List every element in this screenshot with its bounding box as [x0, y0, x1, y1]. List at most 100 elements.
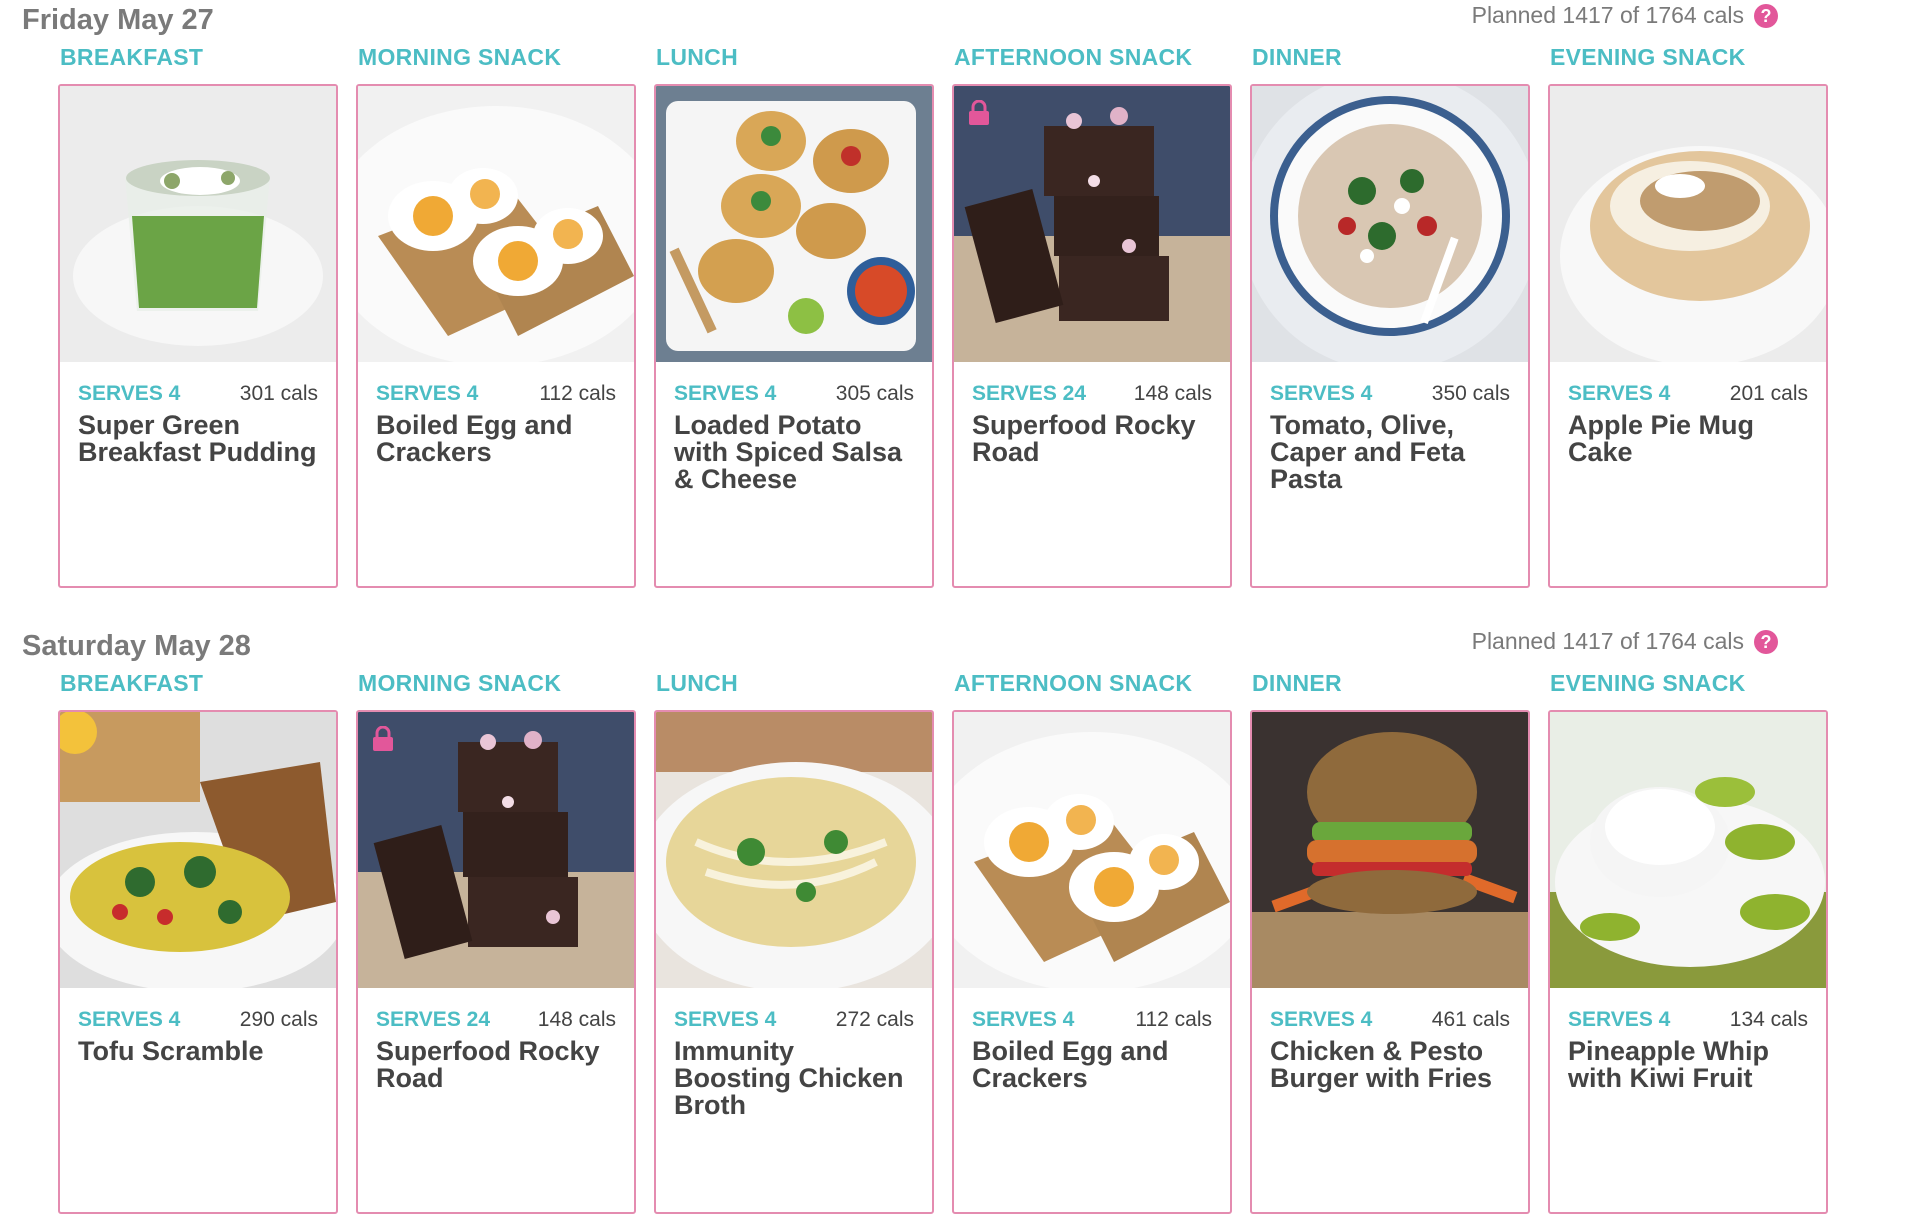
meal-slot-lunch: LUNCH SERVES 4 272 cals Immunity Boostin… — [654, 670, 934, 1214]
meal-label: DINNER — [1252, 44, 1342, 70]
recipe-title: Superfood Rocky Road — [376, 1036, 600, 1093]
recipe-title: Tomato, Olive, Caper and Feta Pasta — [1270, 410, 1466, 494]
meal-slot-morning-snack: MORNING SNACK SERVES 4 112 cals Boiled E… — [356, 44, 636, 588]
recipe-title: Superfood Rocky Road — [972, 410, 1196, 467]
meal-slot-breakfast: BREAKFAST SERVES 4 290 cals Tofu Scrambl… — [58, 670, 338, 1214]
planned-calories: Planned 1417 of 1764 cals ? — [1472, 2, 1778, 29]
recipe-card[interactable]: SERVES 24 148 cals Superfood Rocky Road — [952, 84, 1232, 588]
meal-slot-evening-snack: EVENING SNACK SERVES 4 134 cals Pineappl… — [1548, 670, 1828, 1214]
meal-label: BREAKFAST — [60, 670, 204, 696]
card-meta: SERVES 4 134 cals — [1550, 988, 1826, 1032]
recipe-image — [1550, 86, 1826, 362]
meal-label: BREAKFAST — [60, 44, 204, 70]
meal-slot-breakfast: BREAKFAST SERVES 4 301 cals Super Green … — [58, 44, 338, 588]
recipe-title: Chicken & Pesto Burger with Fries — [1270, 1036, 1493, 1093]
recipe-card[interactable]: SERVES 4 301 cals Super Green Breakfast … — [58, 84, 338, 588]
meal-slot-afternoon-snack: AFTERNOON SNACK SERVES 4 112 cals Boiled… — [952, 670, 1232, 1214]
recipe-title: Boiled Egg and Crackers — [376, 410, 573, 467]
card-meta: SERVES 4 461 cals — [1252, 988, 1528, 1032]
serves-label: SERVES 4 — [376, 382, 479, 405]
meal-label: AFTERNOON SNACK — [954, 44, 1193, 70]
calories-label: 350 cals — [1431, 382, 1510, 405]
day-title: Friday May 27 — [22, 4, 214, 36]
meal-label: DINNER — [1252, 670, 1342, 696]
planned-calories-text: Planned 1417 of 1764 cals — [1471, 628, 1744, 654]
card-meta: SERVES 4 201 cals — [1550, 362, 1826, 406]
recipe-image — [1550, 712, 1826, 988]
recipe-card[interactable]: SERVES 4 290 cals Tofu Scramble — [58, 710, 338, 1214]
planned-calories: Planned 1417 of 1764 cals ? — [1472, 628, 1778, 655]
recipe-card[interactable]: SERVES 4 305 cals Loaded Potato with Spi… — [654, 84, 934, 588]
recipe-title: Pineapple Whip with Kiwi Fruit — [1568, 1036, 1770, 1093]
recipe-image — [954, 86, 1230, 362]
recipe-image — [60, 712, 336, 988]
meal-label: MORNING SNACK — [358, 44, 562, 70]
recipe-image — [358, 712, 634, 988]
recipe-card[interactable]: SERVES 4 272 cals Immunity Boosting Chic… — [654, 710, 934, 1214]
recipe-card[interactable]: SERVES 24 148 cals Superfood Rocky Road — [356, 710, 636, 1214]
serves-label: SERVES 24 — [376, 1008, 491, 1031]
card-meta: SERVES 24 148 cals — [358, 988, 634, 1032]
recipe-image — [656, 86, 932, 362]
card-meta: SERVES 24 148 cals — [954, 362, 1230, 406]
serves-label: SERVES 24 — [972, 382, 1087, 405]
calories-label: 305 cals — [835, 382, 914, 405]
serves-label: SERVES 4 — [1568, 1008, 1671, 1031]
serves-label: SERVES 4 — [1270, 382, 1373, 405]
lock-icon — [969, 100, 989, 125]
lock-icon — [373, 726, 393, 751]
recipe-title: Apple Pie Mug Cake — [1568, 410, 1755, 467]
recipe-card[interactable]: SERVES 4 201 cals Apple Pie Mug Cake — [1548, 84, 1828, 588]
recipe-title: Immunity Boosting Chicken Broth — [674, 1036, 904, 1120]
meal-slot-dinner: DINNER SERVES 4 350 cals Tomato, Olive, … — [1250, 44, 1530, 588]
calories-label: 461 cals — [1431, 1008, 1510, 1031]
card-meta: SERVES 4 272 cals — [656, 988, 932, 1032]
recipe-card[interactable]: SERVES 4 112 cals Boiled Egg and Cracker… — [356, 84, 636, 588]
recipe-image — [1252, 712, 1528, 988]
serves-label: SERVES 4 — [674, 382, 777, 405]
recipe-title: Loaded Potato with Spiced Salsa & Cheese — [674, 410, 903, 494]
serves-label: SERVES 4 — [972, 1008, 1075, 1031]
meal-slot-lunch: LUNCH SERVES 4 305 cals Loaded Potato wi… — [654, 44, 934, 588]
calories-label: 201 cals — [1729, 382, 1808, 405]
card-meta: SERVES 4 112 cals — [358, 362, 634, 406]
serves-label: SERVES 4 — [78, 382, 181, 405]
meal-label: MORNING SNACK — [358, 670, 562, 696]
calories-label: 134 cals — [1729, 1008, 1808, 1031]
day-title: Saturday May 28 — [22, 630, 251, 662]
meal-label: LUNCH — [656, 670, 738, 696]
calories-label: 272 cals — [835, 1008, 914, 1031]
serves-label: SERVES 4 — [78, 1008, 181, 1031]
recipe-card[interactable]: SERVES 4 461 cals Chicken & Pesto Burger… — [1250, 710, 1530, 1214]
meal-label: EVENING SNACK — [1550, 44, 1746, 70]
calories-label: 148 cals — [537, 1008, 616, 1031]
calories-label: 112 cals — [539, 382, 616, 405]
meal-slot-dinner: DINNER SERVES 4 461 cals Chicken & Pesto… — [1250, 670, 1530, 1214]
calories-label: 301 cals — [239, 382, 318, 405]
recipe-title: Tofu Scramble — [78, 1036, 264, 1066]
recipe-card[interactable]: SERVES 4 350 cals Tomato, Olive, Caper a… — [1250, 84, 1530, 588]
serves-label: SERVES 4 — [1568, 382, 1671, 405]
recipe-image — [60, 86, 336, 362]
recipe-image — [954, 712, 1230, 988]
card-meta: SERVES 4 305 cals — [656, 362, 932, 406]
calories-label: 112 cals — [1135, 1008, 1212, 1031]
recipe-card[interactable]: SERVES 4 112 cals Boiled Egg and Cracker… — [952, 710, 1232, 1214]
recipe-card[interactable]: SERVES 4 134 cals Pineapple Whip with Ki… — [1548, 710, 1828, 1214]
serves-label: SERVES 4 — [674, 1008, 777, 1031]
card-meta: SERVES 4 112 cals — [954, 988, 1230, 1032]
card-meta: SERVES 4 290 cals — [60, 988, 336, 1032]
card-meta: SERVES 4 350 cals — [1252, 362, 1528, 406]
meal-label: LUNCH — [656, 44, 738, 70]
planned-calories-text: Planned 1417 of 1764 cals — [1471, 2, 1744, 28]
meal-slot-evening-snack: EVENING SNACK SERVES 4 201 cals Apple Pi… — [1548, 44, 1828, 588]
serves-label: SERVES 4 — [1270, 1008, 1373, 1031]
recipe-title: Super Green Breakfast Pudding — [78, 410, 317, 467]
meal-label: EVENING SNACK — [1550, 670, 1746, 696]
recipe-image — [358, 86, 634, 362]
question-circle-icon[interactable]: ? — [1754, 629, 1778, 654]
calories-label: 148 cals — [1133, 382, 1212, 405]
recipe-title: Boiled Egg and Crackers — [972, 1036, 1169, 1093]
question-circle-icon[interactable]: ? — [1754, 3, 1778, 28]
card-meta: SERVES 4 301 cals — [60, 362, 336, 406]
